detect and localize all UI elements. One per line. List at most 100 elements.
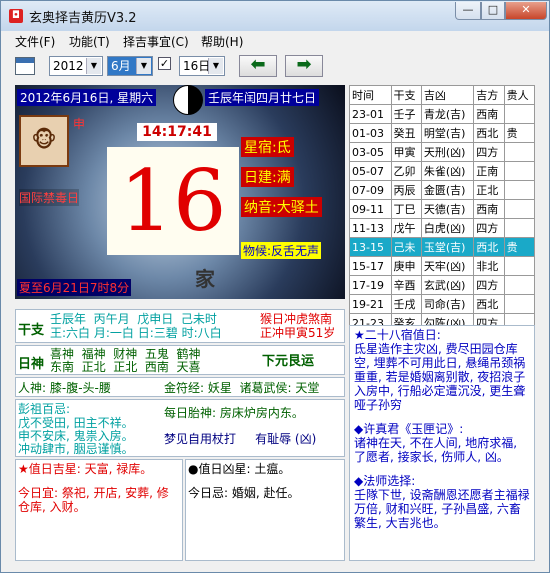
rishen-panel: 日神 喜神 福神 财神 五鬼 鹤神 东南 正北 正北 西南 天喜 下元艮运: [15, 345, 345, 375]
month-value: 6月: [111, 59, 131, 73]
solar-term: 夏至6月21日7时8分: [17, 279, 132, 296]
hour-cell: 15-17: [349, 256, 392, 276]
checkbox[interactable]: ✓: [158, 57, 171, 70]
menu-bar: 文件(F) 功能(T) 择吉事宜(C) 帮助(H): [1, 31, 549, 51]
unlucky-title: ●值日凶星: 土瘟。: [188, 462, 291, 476]
maximize-button[interactable]: □: [481, 2, 505, 20]
chevron-down-icon: ▼: [136, 58, 151, 74]
prev-day-button[interactable]: ⬅: [239, 55, 277, 77]
hour-row[interactable]: 13-15 己未 玉堂(吉) 西北贵: [349, 237, 536, 257]
hour-row[interactable]: 11-13 戊午 白虎(凶) 四方: [349, 218, 536, 238]
renshen-panel: 人神: 膝-腹-头-腰 金符经: 妖星 诸葛武侯: 天堂: [15, 377, 345, 397]
hour-cell: 03-05: [349, 142, 392, 162]
day-value: 16日: [183, 59, 211, 73]
menu-choose[interactable]: 择吉事宜(C): [123, 33, 189, 50]
hour-cell: 17-19: [349, 275, 392, 295]
app-icon: ◘: [9, 9, 23, 23]
hour-cell: 西南: [473, 199, 505, 219]
hour-cell: 西北: [473, 123, 505, 143]
dream-text: 梦见自用杖打 有耻辱 (凶): [164, 432, 317, 446]
hour-row[interactable]: 19-21 壬戌 司命(吉) 西北: [349, 294, 536, 314]
zodiac-branch: 申: [73, 117, 86, 131]
hour-cell: 戊午: [390, 218, 422, 238]
menu-file[interactable]: 文件(F): [15, 33, 55, 50]
ganzhi-line1: 壬辰年 丙午月 戊申日 己未时: [50, 312, 217, 326]
window-title: 玄奥择吉黄历V3.2: [29, 11, 137, 26]
hour-cell: 辛酉: [390, 275, 422, 295]
hour-cell: 金匮(吉): [420, 180, 475, 200]
monkey-zodiac-icon: 🐵: [19, 115, 69, 167]
arrow-right-icon: ➡: [296, 54, 312, 75]
rishen-row2: 东南 正北 正北 西南 天喜: [50, 360, 201, 374]
lucky-panel: ★值日吉星: 天富, 禄库。 今日宜: 祭祀, 开店, 安葬, 修仓库, 入财。: [15, 459, 183, 561]
pengzu-line2: 申不安床, 鬼祟入房。: [18, 429, 134, 443]
year-value: 2012: [53, 59, 84, 73]
hour-row[interactable]: 09-11 丁巳 天德(吉) 西南: [349, 199, 536, 219]
day-picture: 2012年6月16日, 星期六 壬辰年闰四月廿七日 🐵 申 14:17:41 1…: [15, 85, 345, 299]
hour-cell: 西南: [473, 104, 505, 124]
menu-function[interactable]: 功能(T): [69, 33, 110, 50]
wuhou-info: 物候:反舌无声: [241, 242, 322, 259]
hour-cell: 明堂(吉): [420, 123, 475, 143]
hour-cell: 11-13: [349, 218, 392, 238]
article-text-2: 诸神在天, 不在人间, 地府求福, 了愿者, 接家长, 伤师人, 凶。: [354, 436, 518, 464]
arrow-left-icon: ⬅: [250, 54, 266, 75]
hour-cell: 丁巳: [390, 199, 422, 219]
hour-cell: 非北: [473, 256, 505, 276]
hour-cell: 贵: [503, 123, 536, 143]
star-info: 星宿:氐: [241, 137, 294, 157]
year-select[interactable]: 2012 ▼: [49, 56, 103, 76]
hour-row[interactable]: 05-07 乙卯 朱雀(凶) 正南: [349, 161, 536, 181]
hour-row[interactable]: 01-03 癸丑 明堂(吉) 西北贵: [349, 123, 536, 143]
minimize-button[interactable]: —: [455, 2, 481, 20]
lunar-date: 壬辰年闰四月廿七日: [205, 89, 320, 106]
unlucky-ji: 今日忌: 婚姻, 赴任。: [188, 486, 300, 500]
next-day-button[interactable]: ➡: [285, 55, 323, 77]
hour-row[interactable]: 15-17 庚申 天牢(凶) 非北: [349, 256, 536, 276]
article-panel[interactable]: ★二十八宿值日: 氐星造作主灾凶, 费尽田园仓库空, 埋葬不可用此日, 悬绳吊颈祸…: [349, 325, 535, 561]
hour-row[interactable]: 17-19 辛酉 玄武(凶) 四方: [349, 275, 536, 295]
hour-cell: [503, 218, 536, 238]
col-jixiong: 吉凶: [420, 85, 475, 105]
hour-row[interactable]: 23-01 壬子 青龙(吉) 西南: [349, 104, 536, 124]
hour-cell: 青龙(吉): [420, 104, 475, 124]
solar-date: 2012年6月16日, 星期六: [17, 89, 157, 106]
hour-cell: 乙卯: [390, 161, 422, 181]
pengzu-panel: 彭祖百忌: 戊不受田, 田主不祥。 申不安床, 鬼祟入房。 冲动肆市, 胭忌谨慎…: [15, 399, 345, 457]
conflict-line2: 正冲甲寅51岁: [260, 326, 336, 340]
hour-cell: 正南: [473, 161, 505, 181]
yinyang-icon: [173, 85, 203, 115]
nayin-info: 纳音:大驿土: [241, 197, 322, 217]
col-time: 时间: [349, 85, 392, 105]
hour-cell: 朱雀(凶): [420, 161, 475, 181]
pengzu-line1: 戊不受田, 田主不祥。: [18, 416, 134, 430]
lucky-yi: 今日宜: 祭祀, 开店, 安葬, 修仓库, 入财。: [18, 486, 169, 514]
hour-cell: 玄武(凶): [420, 275, 475, 295]
hour-cell: [503, 256, 536, 276]
hour-cell: 19-21: [349, 294, 392, 314]
pengzu-line3: 冲动肆市, 胭忌谨慎。: [18, 442, 134, 456]
day-select[interactable]: 16日 ▼: [179, 56, 225, 76]
hour-row[interactable]: 03-05 甲寅 天刑(凶) 四方: [349, 142, 536, 162]
ganzhi-panel: 干支 壬辰年 丙午月 戊申日 己未时 王:六白 月:一白 日:三碧 时:八白 猴…: [15, 309, 345, 343]
hour-cell: [503, 275, 536, 295]
menu-help[interactable]: 帮助(H): [201, 33, 243, 50]
hour-cell: 壬戌: [390, 294, 422, 314]
unlucky-panel: ●值日凶星: 土瘟。 今日忌: 婚姻, 赴任。: [185, 459, 345, 561]
calendar-icon[interactable]: [15, 57, 35, 75]
hour-cell: 01-03: [349, 123, 392, 143]
hour-cell: [503, 199, 536, 219]
close-button[interactable]: ✕: [505, 2, 547, 20]
chevron-down-icon: ▼: [208, 58, 223, 74]
month-select[interactable]: 6月 ▼: [107, 56, 153, 76]
col-ganzhi: 干支: [390, 85, 422, 105]
chevron-down-icon: ▼: [86, 58, 101, 74]
jinfu-text: 金符经: 妖星 诸葛武侯: 天堂: [164, 381, 320, 395]
hour-cell: 天德(吉): [420, 199, 475, 219]
hour-row[interactable]: 07-09 丙辰 金匮(吉) 正北: [349, 180, 536, 200]
article-text-3: 壬隊下世, 设斋酬恩还愿者主福禄万倍, 财和兴旺, 子孙昌盛, 六畜繁生, 大吉…: [354, 488, 530, 530]
renshen-text: 人神: 膝-腹-头-腰: [18, 381, 111, 395]
hour-cell: 天牢(凶): [420, 256, 475, 276]
festival: 国际禁毒日: [19, 189, 80, 206]
app-window: ◘ 玄奥择吉黄历V3.2 — □ ✕ 文件(F) 功能(T) 择吉事宜(C) 帮…: [0, 0, 550, 573]
